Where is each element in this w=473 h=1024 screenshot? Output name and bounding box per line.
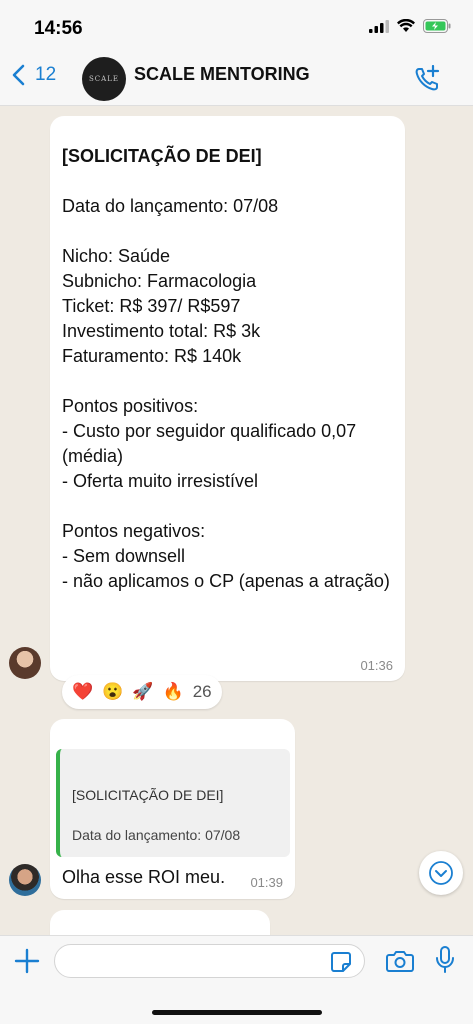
sender-avatar[interactable] [9,864,41,896]
wifi-icon [397,19,415,32]
status-bar: 14:56 [0,0,473,52]
phone-add-icon [415,64,440,91]
group-avatar[interactable]: SCALE [82,57,126,101]
message-title: [SOLICITAÇÃO DE DEI] [62,146,262,166]
chat-area[interactable]: [SOLICITAÇÃO DE DEI] Data do lançamento:… [0,107,473,935]
message-text: Olha esse ROI meu. [62,867,226,887]
reply-message-bubble[interactable]: [SOLICITAÇÃO DE DEI] Data do lançamento:… [50,719,295,899]
reaction-count: 26 [192,682,212,701]
mic-button[interactable] [435,946,455,979]
status-time: 14:56 [34,18,83,39]
avatar-logo-text: SCALE [89,75,119,83]
input-bar [0,935,473,1024]
mic-icon [436,946,454,973]
surprised-reaction: 😮 [102,682,124,701]
message-time: 01:36 [360,658,393,673]
camera-icon [386,951,414,972]
message-time: 01:39 [250,875,283,890]
battery-icon [423,19,451,33]
message-input[interactable] [54,944,365,978]
fire-reaction: 🔥 [162,682,184,701]
chat-header: 12 SCALE SCALE MENTORING [0,52,473,106]
quoted-message[interactable]: [SOLICITAÇÃO DE DEI] Data do lançamento:… [56,749,290,857]
quoted-title: [SOLICITAÇÃO DE DEI] [72,787,224,803]
rocket-reaction: 🚀 [132,682,154,701]
sticker-button[interactable] [330,951,352,978]
call-button[interactable] [413,64,441,98]
sticker-icon [331,952,351,972]
back-button[interactable]: 12 [12,64,56,86]
scroll-down-button[interactable] [419,851,463,895]
message-body: Data do lançamento: 07/08 Nicho: Saúde S… [62,196,390,591]
heart-reaction: ❤️ [72,682,94,701]
unread-count: 12 [35,64,57,85]
message-bubble[interactable]: [SOLICITAÇÃO DE DEI] Data do lançamento:… [50,116,405,681]
chevron-down-icon [429,861,453,885]
attach-button[interactable] [14,948,40,979]
status-icons [369,19,451,33]
sender-avatar[interactable] [9,647,41,679]
quoted-subtitle: Data do lançamento: 07/08 [72,827,241,843]
chevron-left-icon [12,64,25,86]
camera-button[interactable] [386,949,414,978]
signal-icon [369,19,389,33]
chat-title[interactable]: SCALE MENTORING [134,64,310,85]
plus-icon [14,948,40,974]
reactions-bar[interactable]: ❤️ 😮 🚀 🔥 26 [62,675,222,709]
message-text: [SOLICITAÇÃO DE DEI] Data do lançamento:… [62,144,397,594]
home-indicator [152,1010,322,1015]
partial-message-bubble[interactable] [50,910,270,935]
